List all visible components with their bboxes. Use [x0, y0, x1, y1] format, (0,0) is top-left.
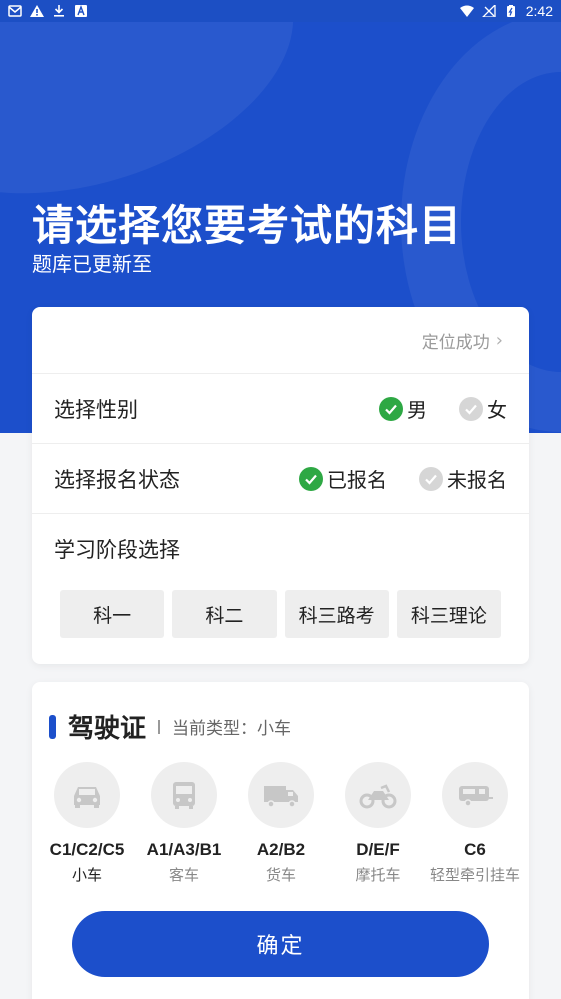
registration-label: 选择报名状态 [54, 467, 180, 492]
wifi-icon [459, 5, 474, 17]
bus-icon [173, 782, 195, 809]
check-circle-icon [419, 466, 443, 491]
vehicle-icon-circle [151, 762, 217, 828]
status-bar: 2:42 [0, 0, 561, 22]
stage-option-3-road[interactable]: 科三路考 [284, 590, 389, 638]
check-circle-icon [459, 396, 483, 421]
location-status: 定位成功 [421, 332, 490, 353]
gender-option-label: 女 [487, 398, 507, 422]
vehicle-code: A1/A3/B1 [146, 840, 222, 859]
gender-options: 男 女 [379, 394, 507, 423]
registration-options: 已报名 未报名 [299, 464, 507, 493]
registration-option-label: 已报名 [327, 468, 387, 492]
vehicle-name: 摩托车 [355, 866, 401, 884]
motorcycle-icon [359, 784, 397, 809]
vehicle-option-trailer[interactable]: C6 轻型牵引挂车 [420, 762, 530, 885]
vehicle-name: 小车 [71, 866, 102, 884]
vehicle-name: 轻型牵引挂车 [429, 866, 520, 884]
hero-subtitle: 题库已更新至 [32, 252, 152, 276]
vehicle-name: 客车 [168, 866, 199, 884]
vehicle-option-bus[interactable]: A1/A3/B1 客车 [129, 762, 239, 885]
vehicle-name: 货车 [265, 866, 296, 884]
gender-option-label: 男 [407, 398, 427, 422]
vehicle-option-car[interactable]: C1/C2/C5 小车 [32, 762, 142, 885]
registration-option-registered[interactable]: 已报名 [299, 464, 387, 493]
registration-option-unregistered[interactable]: 未报名 [419, 464, 507, 493]
vehicle-icon-circle [345, 762, 411, 828]
accent-bar [49, 714, 56, 739]
status-time: 2:42 [525, 3, 553, 19]
hero-title: 请选择您要考试的科目 [32, 201, 463, 250]
exam-settings-card: 定位成功 › 选择性别 男 女 选择报名状态 已报名 未报名 学习阶段选择 科一… [32, 307, 529, 664]
registration-option-label: 未报名 [447, 468, 507, 492]
download-icon [54, 5, 64, 17]
stage-option-1[interactable]: 科一 [60, 590, 165, 638]
gender-label: 选择性别 [54, 397, 138, 422]
vehicle-option-truck[interactable]: A2/B2 货车 [226, 762, 336, 885]
divider [158, 719, 161, 734]
vehicle-icon-circle [442, 762, 508, 828]
vehicle-code: C1/C2/C5 [49, 840, 125, 859]
trailer-icon [459, 786, 493, 807]
license-current-type: 当前类型：小车 [172, 719, 292, 739]
status-right: 2:42 [459, 3, 553, 19]
chevron-right-icon: › [495, 329, 503, 351]
confirm-button[interactable]: 确定 [72, 911, 489, 977]
battery-icon [506, 5, 515, 17]
vehicle-option-motorcycle[interactable]: D/E/F 摩托车 [323, 762, 433, 885]
car-icon [74, 787, 100, 808]
status-left [8, 5, 88, 17]
stage-option-2[interactable]: 科二 [172, 590, 277, 638]
check-circle-icon [379, 396, 403, 421]
stage-options: 科一 科二 科三路考 科三理论 [32, 564, 529, 638]
mail-icon [8, 5, 22, 17]
app-a-icon [75, 5, 87, 17]
license-card: 驾驶证 当前类型：小车 C1/C2/C5 小车 A1/A3/B1 客车 A2/B… [32, 682, 529, 999]
vehicle-code: D/E/F [356, 840, 400, 859]
license-title: 驾驶证 [68, 714, 147, 744]
check-circle-icon [299, 466, 323, 491]
location-row[interactable]: 定位成功 › [32, 307, 529, 374]
vehicle-code: A2/B2 [256, 840, 306, 859]
no-signal-icon [481, 5, 496, 17]
vehicle-icon-circle [54, 762, 120, 828]
warning-icon [30, 5, 44, 17]
stage-label: 学习阶段选择 [54, 538, 180, 562]
gender-row: 选择性别 男 女 [32, 374, 529, 444]
gender-option-male[interactable]: 男 [379, 394, 427, 423]
truck-icon [264, 786, 298, 808]
stage-option-3-theory[interactable]: 科三理论 [396, 590, 501, 638]
vehicle-code: C6 [464, 840, 486, 859]
registration-row: 选择报名状态 已报名 未报名 [32, 444, 529, 514]
gender-option-female[interactable]: 女 [459, 394, 507, 423]
vehicle-icon-circle [248, 762, 314, 828]
license-header: 驾驶证 当前类型：小车 [32, 682, 529, 745]
